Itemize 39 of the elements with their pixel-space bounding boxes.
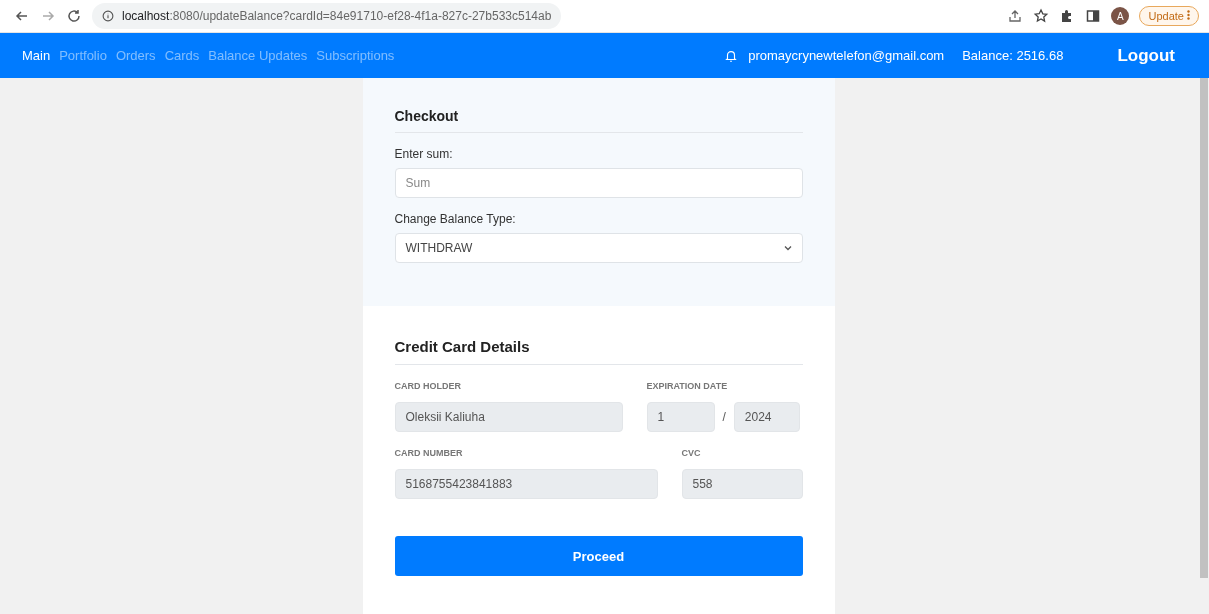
logout-link[interactable]: Logout xyxy=(1117,45,1175,66)
scrollbar-thumb[interactable] xyxy=(1200,78,1208,578)
dropdown-caret-icon[interactable] xyxy=(783,245,792,251)
sum-input[interactable]: Sum xyxy=(394,168,803,198)
address-bar[interactable]: localhost:8080/updateBalance?cardId=84e91710-ef28-4f1a-827c-27b533c514ab xyxy=(92,3,562,29)
user-email: promaycrynewtelefon@gmail.com xyxy=(748,48,945,63)
expiration-label: EXPIRATION DATE xyxy=(646,381,729,391)
nav-link[interactable]: Balance Updates xyxy=(208,48,308,63)
card-holder-label: CARD HOLDER xyxy=(394,381,462,391)
update-button[interactable]: Update xyxy=(1139,6,1199,26)
cvc-input[interactable]: 558 xyxy=(681,469,803,499)
profile-avatar[interactable]: A xyxy=(1111,7,1130,25)
balance-text: Balance: 2516.68 xyxy=(962,48,1064,63)
more-icon[interactable] xyxy=(1187,10,1190,20)
balance-type-label: Change Balance Type: xyxy=(394,212,517,226)
card-details-heading: Credit Card Details xyxy=(394,338,803,365)
cvc-label: CVC xyxy=(681,448,702,458)
exp-year-input[interactable]: 2024 xyxy=(733,402,800,432)
proceed-button[interactable]: Proceed xyxy=(394,536,803,576)
card-number-input[interactable]: 5168755423841883 xyxy=(394,469,658,499)
nav-link[interactable]: Orders xyxy=(115,48,156,63)
nav-link[interactable]: Portfolio xyxy=(59,48,107,63)
star-icon[interactable] xyxy=(1033,8,1050,24)
card-number-label: CARD NUMBER xyxy=(394,448,464,458)
checkout-heading: Checkout xyxy=(394,108,803,133)
info-icon[interactable] xyxy=(102,10,114,22)
nav-link[interactable]: Subscriptions xyxy=(316,48,395,63)
sum-label: Enter sum: xyxy=(394,147,454,161)
exp-month-input[interactable]: 1 xyxy=(646,402,715,432)
date-separator: / xyxy=(722,410,726,424)
side-panel-icon[interactable] xyxy=(1085,8,1102,24)
bell-icon[interactable] xyxy=(724,48,739,63)
balance-type-select[interactable]: WITHDRAW xyxy=(394,233,803,263)
reload-icon[interactable] xyxy=(66,8,82,24)
share-icon[interactable] xyxy=(1007,8,1024,24)
nav-link[interactable]: Cards xyxy=(164,48,200,63)
card-holder-input[interactable]: Oleksii Kaliuha xyxy=(394,402,623,432)
url-text: localhost:8080/updateBalance?cardId=84e91710-ef28-4f1a-827c-27b533c514ab xyxy=(122,9,552,23)
nav-link[interactable]: Main xyxy=(22,48,51,63)
